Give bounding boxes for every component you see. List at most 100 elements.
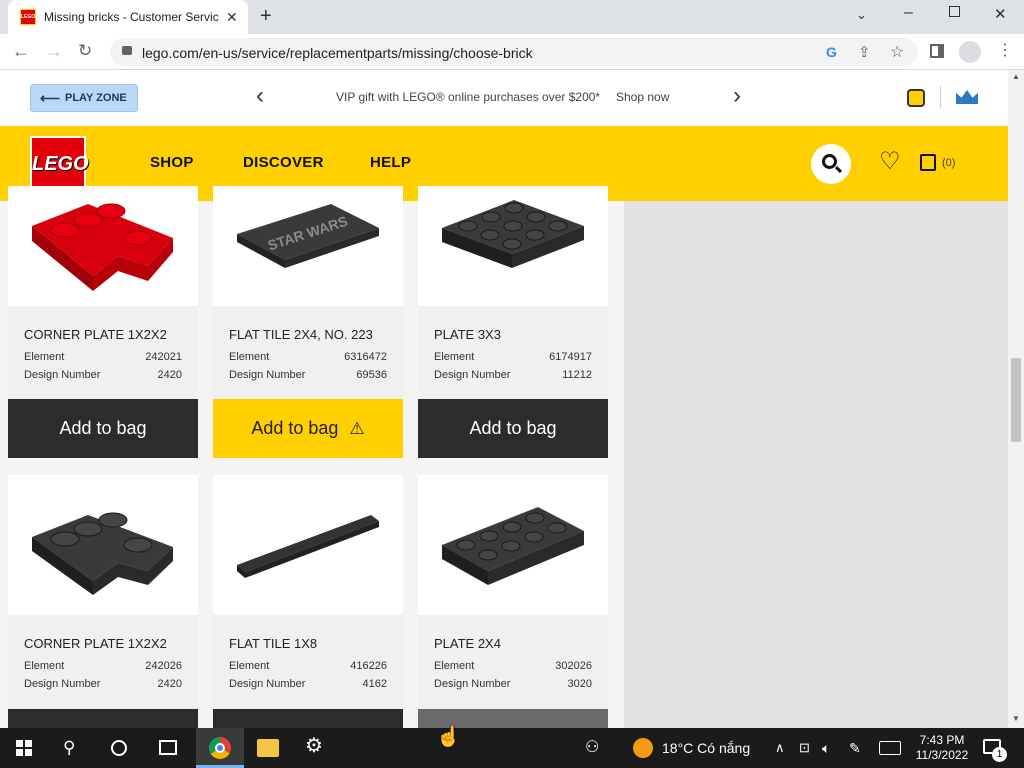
tab-title: Missing bricks - Customer Servic [44,10,219,24]
add-to-bag-button[interactable]: Add to bag [8,399,198,458]
clock-date: 11/3/2022 [915,748,969,762]
nav-shop[interactable]: SHOP [150,154,194,171]
url-text[interactable]: lego.com/en-us/service/replacementparts/… [142,45,533,61]
tab-search-chevron-icon[interactable]: ⌄ [856,7,867,23]
design-number-row: Design Number 2420 [24,678,182,690]
chrome-taskbar-button[interactable] [196,728,244,768]
minifig-head-icon[interactable] [907,89,925,107]
browser-tab-strip: LEGO Missing bricks - Customer Servic ✕ … [0,0,1024,34]
file-explorer-icon[interactable] [257,739,279,757]
black-corner-plate-image [32,512,173,595]
people-icon[interactable]: ⚇ [585,738,599,758]
keyboard-icon[interactable] [879,741,901,755]
close-tab-icon[interactable]: ✕ [226,9,238,26]
promo-strip: ⟵ PLAY ZONE ‹ VIP gift with LEGO® online… [0,70,1008,126]
bookmark-star-icon[interactable]: ☆ [890,42,904,62]
product-image[interactable] [213,475,403,615]
add-to-bag-button[interactable] [8,709,198,728]
play-zone-button[interactable]: ⟵ PLAY ZONE [30,84,138,112]
network-icon[interactable]: ⊡ [799,738,810,758]
more-menu-icon[interactable]: ⋮ [997,43,1013,59]
product-card: FLAT TILE 1X8 Element 416226 Design Numbe… [213,475,403,728]
product-image[interactable] [8,475,198,615]
task-view-icon[interactable] [159,740,177,755]
red-corner-plate-image [32,203,173,291]
design-number-row: Design Number 69536 [229,369,387,381]
add-to-bag-button[interactable]: Add to bag ⚠ [213,399,403,458]
element-row: Element 6174917 [434,351,592,363]
notification-count-badge: 1 [992,747,1007,762]
product-image[interactable]: STAR WARS [213,186,403,306]
promo-prev-chevron-icon[interactable]: ‹ [256,82,264,110]
scrollbar-thumb[interactable] [1011,358,1021,442]
minimize-icon[interactable]: – [904,4,913,22]
product-image[interactable] [8,186,198,306]
scroll-down-arrow-icon[interactable]: ▼ [1012,714,1020,723]
lego-logo-text: LEGO [32,153,89,175]
side-panel [624,201,1008,728]
add-to-bag-button[interactable]: Add to bag [418,399,608,458]
back-icon[interactable]: ← [12,42,30,60]
cortana-icon[interactable] [111,740,127,756]
design-number-row: Design Number 4162 [229,678,387,690]
restore-icon[interactable] [949,6,960,17]
arrow-left-icon: ⟵ [40,90,61,106]
weather-sun-icon[interactable] [633,738,653,758]
windows-start-icon[interactable] [16,740,32,756]
clock-time: 7:43 PM [919,733,965,747]
product-name: FLAT TILE 2X4, NO. 223 [229,327,373,342]
profile-avatar-icon[interactable] [959,41,981,63]
product-card: PLATE 2X4 Element 302026 Design Number 302… [418,475,608,728]
windows-taskbar: ⚲ ⚙ ⚇ 18°C Có nắng ∧ ⊡ 🔈︎ ✎ 7:43 PM 11/3… [0,728,1024,768]
shop-now-link[interactable]: Shop now [616,90,669,104]
clock[interactable]: 7:43 PM 11/3/2022 [912,733,972,763]
reload-icon[interactable]: ↻ [78,42,92,59]
divider [940,86,941,108]
page-scrollbar[interactable]: ▲ ▼ [1008,70,1024,728]
search-button[interactable] [811,144,851,184]
product-name: PLATE 2X4 [434,636,501,651]
lego-favicon-icon: LEGO [20,9,36,25]
black-plate-2x4-image [442,507,584,585]
shopping-bag-icon[interactable] [920,154,936,171]
scroll-up-arrow-icon[interactable]: ▲ [1012,72,1020,81]
settings-gear-icon[interactable]: ⚙ [305,736,323,756]
element-row: Element 242026 [24,660,182,672]
nav-discover[interactable]: DISCOVER [243,154,324,171]
window-close-icon[interactable]: ✕ [994,5,1007,23]
tray-chevron-icon[interactable]: ∧ [775,738,785,758]
new-tab-icon[interactable]: + [260,5,272,28]
product-name: PLATE 3X3 [434,327,501,342]
product-card: CORNER PLATE 1X2X2 Element 242026 Design … [8,475,198,728]
weather-text[interactable]: 18°C Có nắng [662,738,750,758]
address-bar[interactable]: lego.com/en-us/service/replacementparts/… [110,38,918,66]
flat-tile-1x8-image [237,515,379,578]
lego-logo[interactable]: LEGO [30,136,89,192]
product-image[interactable] [418,475,608,615]
design-number-row: Design Number 3020 [434,678,592,690]
star-wars-tile-image: STAR WARS [237,204,379,268]
nav-help[interactable]: HELP [370,154,411,171]
share-icon[interactable]: ⇪ [858,43,871,61]
product-image[interactable] [418,186,608,306]
play-zone-label: PLAY ZONE [65,92,127,104]
design-number-row: Design Number 2420 [24,369,182,381]
volume-icon[interactable]: 🔈︎ [822,738,830,758]
add-to-bag-button[interactable] [213,709,403,728]
search-icon[interactable]: ⚲ [63,738,75,758]
web-page: ⟵ PLAY ZONE ‹ VIP gift with LEGO® online… [0,70,1008,728]
promo-text: VIP gift with LEGO® online purchases ove… [336,90,601,104]
hand-cursor-icon: ☝ [436,726,461,748]
vip-crown-icon[interactable] [956,90,978,104]
bag-count: (0) [942,157,956,169]
browser-toolbar: ← → ↻ lego.com/en-us/service/replacement… [0,34,1024,70]
pen-icon[interactable]: ✎ [849,738,861,758]
side-panel-icon[interactable] [930,44,944,58]
design-number-row: Design Number 11212 [434,369,592,381]
forward-icon[interactable]: → [45,42,63,60]
browser-tab[interactable]: LEGO Missing bricks - Customer Servic ✕ [8,0,248,34]
element-row: Element 242021 [24,351,182,363]
wishlist-heart-icon[interactable]: ♡ [879,150,901,174]
promo-next-chevron-icon[interactable]: › [733,82,741,110]
google-icon[interactable]: G [826,44,837,60]
